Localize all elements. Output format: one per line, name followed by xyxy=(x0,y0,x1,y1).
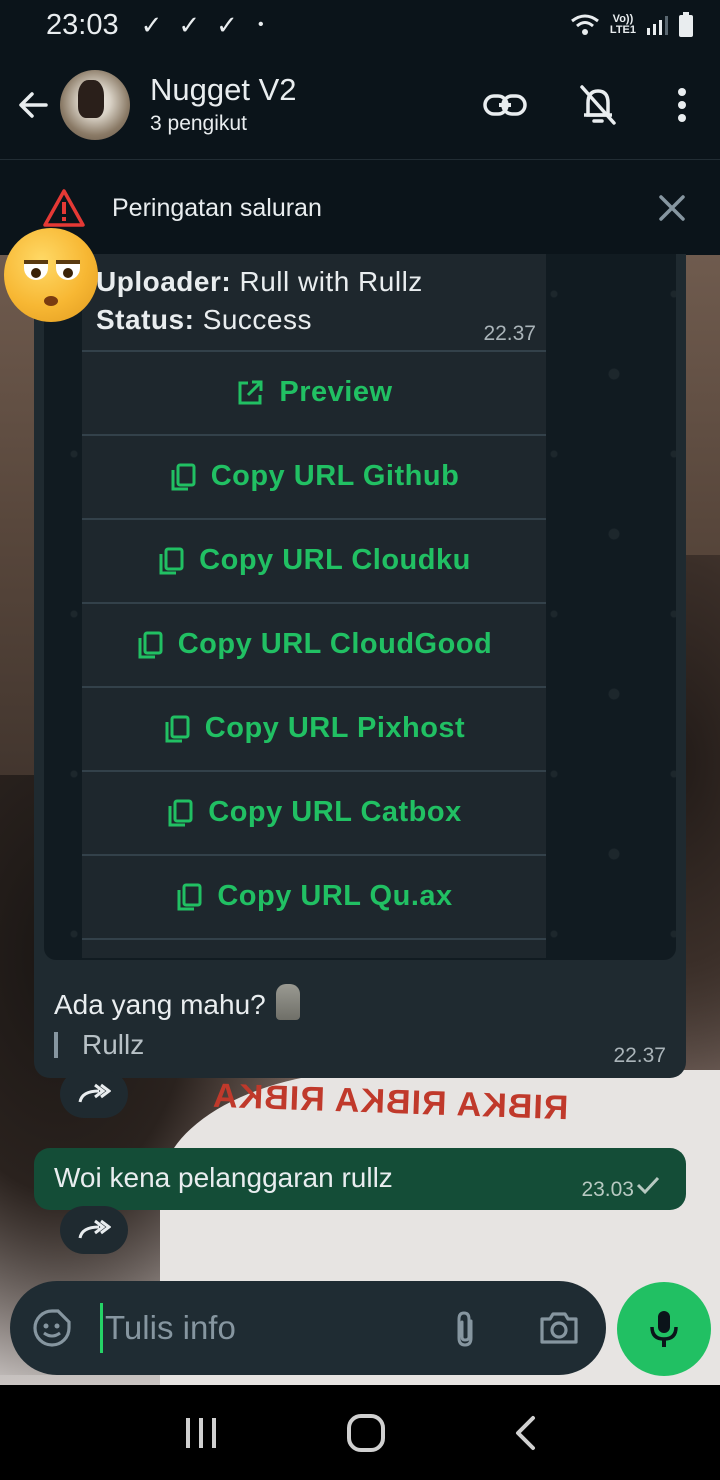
uploader-line: Uploader: Rull with Rullz xyxy=(96,266,423,298)
more-options-button[interactable] xyxy=(658,81,706,129)
forward-button[interactable] xyxy=(60,1206,128,1254)
message-input[interactable] xyxy=(100,1303,430,1353)
system-nav-bar xyxy=(0,1385,720,1480)
copy-icon xyxy=(166,798,194,828)
copy-icon xyxy=(175,882,203,912)
signal-icon xyxy=(647,16,668,35)
status-key: Status: xyxy=(96,304,195,335)
emoji-mouth xyxy=(44,296,58,306)
status-dot: • xyxy=(257,16,264,33)
copy-url-cloudgood-label: Copy URL CloudGood xyxy=(177,628,493,660)
copy-icon xyxy=(157,546,185,576)
external-link-icon xyxy=(235,378,265,408)
warning-icon xyxy=(43,189,85,227)
forward-icon xyxy=(78,1083,111,1103)
tired-face-emoji-icon xyxy=(4,228,98,322)
preview-button[interactable]: Preview xyxy=(82,350,546,433)
composer-bar xyxy=(10,1281,606,1375)
copy-url-pixhost-label: Copy URL Pixhost xyxy=(204,712,466,744)
link-icon xyxy=(483,93,527,116)
recent-apps-icon[interactable] xyxy=(183,1416,219,1450)
channel-title-block[interactable]: Nugget V2 3 pengikut xyxy=(150,71,297,139)
outgoing-timestamp: 23.03 xyxy=(581,1178,634,1201)
channel-name: Nugget V2 xyxy=(150,71,297,107)
uploader-value: Rull with Rullz xyxy=(239,266,423,297)
status-line: Status: Success xyxy=(96,304,312,336)
back-nav-icon[interactable] xyxy=(513,1415,537,1451)
moai-emoji-icon xyxy=(275,984,300,1020)
wifi-icon xyxy=(571,14,599,35)
warning-label: Peringatan saluran xyxy=(112,193,322,222)
link-button[interactable] xyxy=(481,81,529,129)
copy-url-cloudku-label: Copy URL Cloudku xyxy=(199,544,471,576)
sticker-icon[interactable] xyxy=(32,1308,72,1348)
uploader-key: Uploader: xyxy=(96,266,232,297)
preview-label: Preview xyxy=(279,376,393,408)
copy-icon xyxy=(163,714,191,744)
copy-url-quax-label: Copy URL Qu.ax xyxy=(217,880,453,912)
more-vert-icon xyxy=(678,87,686,122)
emoji-pupil xyxy=(31,268,41,278)
message-caption: Ada yang mahu? xyxy=(54,984,300,1021)
embed-timestamp: 22.37 xyxy=(483,322,536,345)
camera-icon[interactable] xyxy=(538,1310,580,1346)
copy-url-cloudgood-button[interactable]: Copy URL CloudGood xyxy=(82,602,546,685)
microphone-icon xyxy=(650,1311,678,1347)
channel-message-card: Uploader: Rull with Rullz Status: Succes… xyxy=(34,254,686,1078)
copy-url-github-label: Copy URL Github xyxy=(210,460,460,492)
copy-icon xyxy=(169,462,197,492)
copy-icon xyxy=(136,630,164,660)
message-embed: Uploader: Rull with Rullz Status: Succes… xyxy=(44,254,676,960)
copy-url-cloudku-button[interactable]: Copy URL Cloudku xyxy=(82,518,546,601)
status-time: 23:03 xyxy=(46,8,119,41)
status-check-icon: ✓ xyxy=(178,9,201,40)
divider xyxy=(82,938,546,940)
status-check-icon: ✓ xyxy=(216,9,238,40)
channel-avatar[interactable] xyxy=(60,69,130,140)
sent-check-icon xyxy=(636,1176,660,1195)
attach-icon[interactable] xyxy=(450,1309,480,1349)
forward-icon xyxy=(78,1219,111,1239)
back-arrow-icon[interactable] xyxy=(16,87,52,123)
message-signature: Rullz xyxy=(54,1029,144,1061)
voice-record-button[interactable] xyxy=(617,1282,711,1376)
network-label: Vo)) LTE1 xyxy=(610,14,636,36)
mute-button[interactable] xyxy=(574,81,622,129)
emoji-eye-right xyxy=(56,260,80,280)
lte-label: LTE1 xyxy=(609,24,636,36)
status-check-icon: ✓ xyxy=(140,9,163,40)
status-value: Success xyxy=(202,304,313,335)
chat-header: Nugget V2 3 pengikut xyxy=(0,50,720,160)
copy-url-catbox-label: Copy URL Catbox xyxy=(208,796,462,828)
outgoing-message[interactable]: Woi kena pelanggaran rullz 23.03 xyxy=(34,1148,686,1210)
emoji-pupil xyxy=(63,268,73,278)
channel-followers: 3 pengikut xyxy=(150,111,247,135)
emoji-eye-left xyxy=(24,260,48,280)
status-bar: 23:03 ✓ ✓ ✓ • Vo)) LTE1 xyxy=(0,0,720,50)
header-actions xyxy=(481,81,720,129)
caption-timestamp: 22.37 xyxy=(613,1044,666,1067)
copy-url-catbox-button[interactable]: Copy URL Catbox xyxy=(82,770,546,853)
outgoing-text: Woi kena pelanggaran rullz xyxy=(54,1162,393,1193)
home-icon[interactable] xyxy=(346,1413,386,1453)
channel-warning-bar[interactable]: Peringatan saluran xyxy=(0,161,720,255)
bell-off-icon xyxy=(580,84,616,125)
signature-bar xyxy=(54,1032,58,1058)
forward-button[interactable] xyxy=(60,1070,128,1118)
embed-content: Uploader: Rull with Rullz Status: Succes… xyxy=(82,254,546,958)
signature-text: Rullz xyxy=(82,1029,145,1060)
copy-url-quax-button[interactable]: Copy URL Qu.ax xyxy=(82,854,546,937)
copy-url-pixhost-button[interactable]: Copy URL Pixhost xyxy=(82,686,546,769)
battery-icon xyxy=(679,12,693,37)
status-right-icons: Vo)) LTE1 xyxy=(570,12,694,38)
caption-text: Ada yang mahu? xyxy=(54,989,266,1020)
close-icon[interactable] xyxy=(654,190,690,226)
copy-url-github-button[interactable]: Copy URL Github xyxy=(82,434,546,517)
